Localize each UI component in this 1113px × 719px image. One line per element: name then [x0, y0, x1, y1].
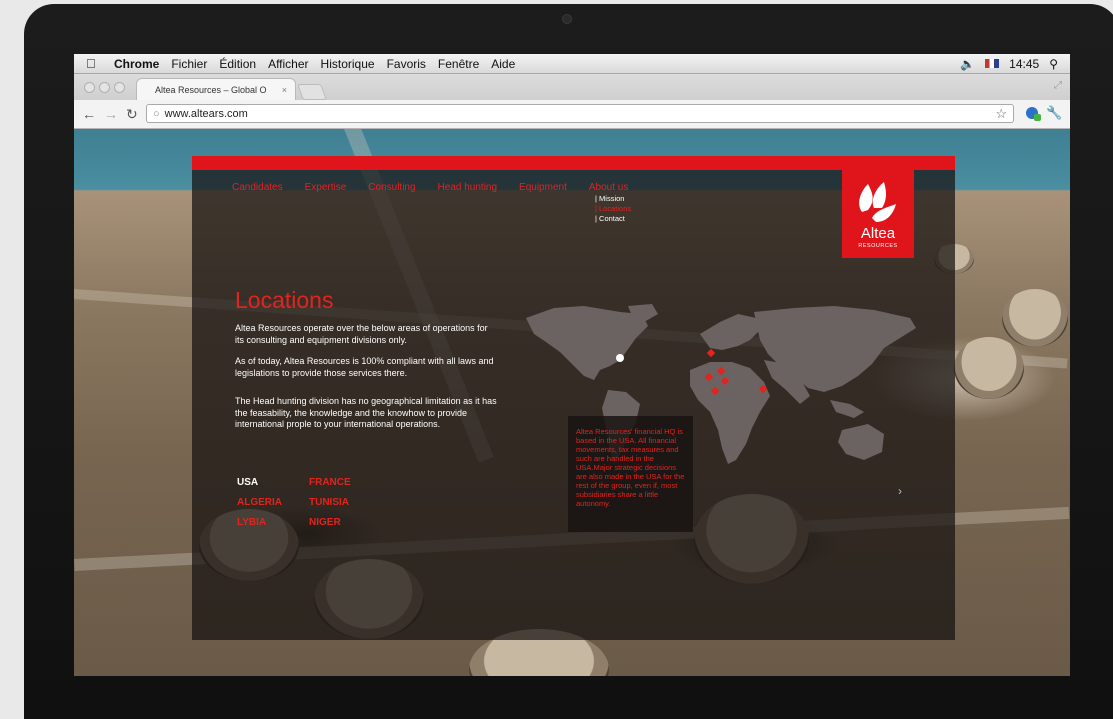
- marker-france: [706, 348, 716, 358]
- background-tank: [1002, 289, 1068, 347]
- new-tab-button[interactable]: [297, 84, 327, 100]
- mac-menubar:  Chrome Fichier Édition Afficher Histor…: [74, 54, 1070, 74]
- map-australia: [838, 424, 884, 460]
- map-north-america: [526, 306, 648, 380]
- fullscreen-icon[interactable]: ⤢: [1054, 80, 1062, 91]
- country-france: FRANCE: [309, 477, 351, 488]
- spotlight-search-icon[interactable]: ⚲: [1049, 57, 1058, 71]
- nav-head-hunting[interactable]: Head hunting: [438, 182, 498, 193]
- hq-info-popup: Altea Resources' financial HQ is based i…: [568, 416, 693, 532]
- country-tunisia: TUNISIA: [309, 497, 349, 508]
- tab-altea[interactable]: Altea Resources – Global O ×: [136, 78, 296, 100]
- logo-mark-icon: [859, 182, 896, 222]
- country-list: USA FRANCE ALGERIA TUNISIA LYBIA NIGER: [237, 477, 381, 528]
- altea-logo[interactable]: Altea RESOURCES: [842, 170, 914, 258]
- camera-icon: [562, 14, 572, 24]
- country-usa: USA: [237, 477, 259, 488]
- page-viewport: Candidates Expertise Consulting Head hun…: [74, 129, 1070, 676]
- clock[interactable]: 14:45: [1009, 57, 1039, 71]
- compliance-paragraph: As of today, Altea Resources is 100% com…: [235, 356, 494, 378]
- country-niger: NIGER: [309, 517, 341, 528]
- about-submenu: | Mission | Locations | Contact: [595, 194, 631, 224]
- head-hunting-paragraph: The Head hunting division has no geograp…: [235, 396, 497, 429]
- reload-icon[interactable]: ↻: [126, 106, 138, 123]
- nav-consulting[interactable]: Consulting: [368, 182, 415, 193]
- submenu-contact[interactable]: | Contact: [595, 214, 631, 224]
- site-panel: Candidates Expertise Consulting Head hun…: [192, 156, 955, 640]
- forward-icon[interactable]: →: [104, 106, 118, 122]
- submenu-locations[interactable]: | Locations: [595, 204, 631, 214]
- page-icon: ○: [153, 107, 160, 120]
- menu-fenetre[interactable]: Fenêtre: [438, 57, 479, 71]
- tab-title: Altea Resources – Global O: [155, 84, 267, 95]
- brand-bar: [192, 156, 955, 170]
- page-title: Locations: [235, 287, 334, 314]
- address-bar[interactable]: ○ www.altears.com ☆: [146, 104, 1014, 123]
- browser-toolbar: ← → ↻ ○ www.altears.com ☆ 🔧: [74, 100, 1070, 129]
- menu-edition[interactable]: Édition: [219, 57, 256, 71]
- menu-favoris[interactable]: Favoris: [387, 57, 426, 71]
- intro-paragraph: Altea Resources operate over the below a…: [235, 323, 488, 345]
- flag-icon[interactable]: [985, 59, 1000, 68]
- wrench-icon[interactable]: 🔧: [1046, 105, 1062, 121]
- screen:  Chrome Fichier Édition Afficher Histor…: [74, 54, 1070, 676]
- menu-aide[interactable]: Aide: [491, 57, 515, 71]
- extension-icon[interactable]: [1026, 107, 1041, 121]
- apple-icon[interactable]: : [86, 56, 100, 71]
- country-lybia: LYBIA: [237, 517, 267, 528]
- volume-icon[interactable]: 🔈: [960, 57, 975, 71]
- submenu-mission[interactable]: | Mission: [595, 194, 631, 204]
- close-window-icon[interactable]: [84, 82, 95, 93]
- marker-usa: [616, 354, 624, 362]
- back-icon[interactable]: ←: [82, 106, 96, 122]
- map-europe: [700, 314, 760, 350]
- chevron-right-icon[interactable]: ›: [898, 484, 902, 498]
- tab-strip: Altea Resources – Global O × ⤢: [74, 74, 1070, 100]
- nav-equipment[interactable]: Equipment: [519, 182, 567, 193]
- nav-expertise[interactable]: Expertise: [305, 182, 347, 193]
- main-nav: Candidates Expertise Consulting Head hun…: [232, 182, 628, 193]
- menu-fichier[interactable]: Fichier: [171, 57, 207, 71]
- background-tank: [954, 337, 1024, 399]
- minimize-window-icon[interactable]: [99, 82, 110, 93]
- tab-close-icon[interactable]: ×: [282, 85, 287, 95]
- bookmark-star-icon[interactable]: ☆: [995, 106, 1007, 122]
- map-africa: [690, 362, 770, 464]
- logo-name: Altea: [860, 225, 896, 242]
- logo-subtitle: RESOURCES: [858, 243, 898, 249]
- menu-historique[interactable]: Historique: [321, 57, 375, 71]
- map-southeast-asia: [830, 400, 864, 418]
- zoom-window-icon[interactable]: [114, 82, 125, 93]
- nav-candidates[interactable]: Candidates: [232, 182, 283, 193]
- nav-about-us[interactable]: About us: [589, 182, 628, 193]
- menu-chrome[interactable]: Chrome: [114, 57, 159, 71]
- url-text[interactable]: www.altears.com: [165, 108, 248, 120]
- menu-afficher[interactable]: Afficher: [268, 57, 308, 71]
- country-algeria: ALGERIA: [237, 497, 282, 508]
